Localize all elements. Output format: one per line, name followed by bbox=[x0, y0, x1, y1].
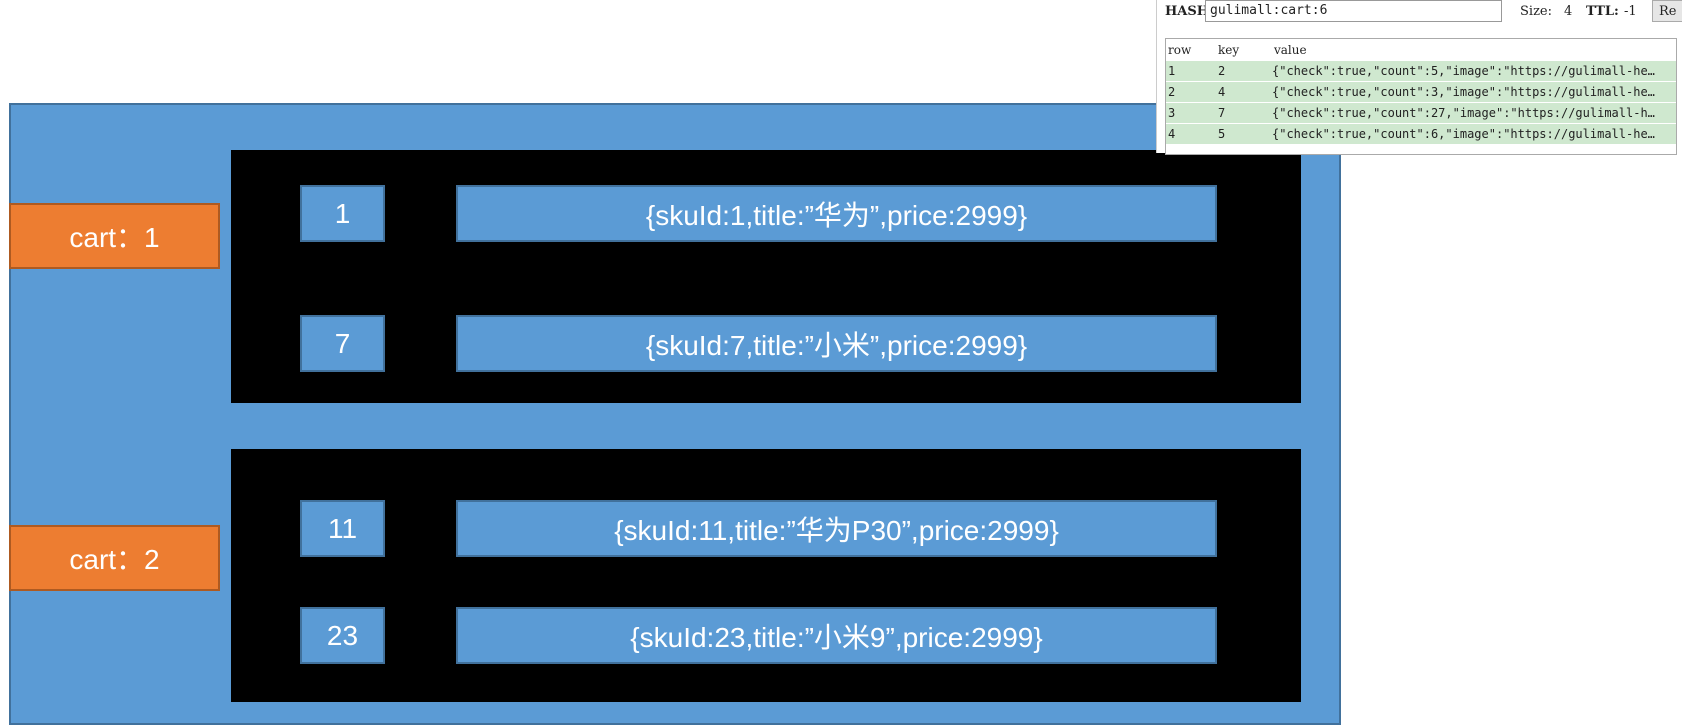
ttl-value: -1 bbox=[1624, 4, 1637, 19]
reload-button[interactable]: Re bbox=[1652, 0, 1682, 22]
redis-hash-viewer: HASH: gulimall:cart:6 Size: 4 TTL: -1 Re… bbox=[1156, 0, 1682, 155]
cart-1-label: cart：1 bbox=[9, 203, 220, 269]
table-row[interactable]: 3 7 {"check":true,"count":27,"image":"http… bbox=[1166, 103, 1676, 123]
row-number: 1 bbox=[1168, 64, 1176, 78]
hash-field-key: 1 bbox=[300, 185, 385, 242]
hash-field-value: {skuId:7,title:”小米”,price:2999} bbox=[456, 315, 1217, 372]
table-row[interactable]: 1 2 {"check":true,"count":5,"image":"https… bbox=[1166, 61, 1676, 81]
row-value: {"check":true,"count":5,"image":"https:/… bbox=[1272, 64, 1655, 78]
hash-table: row key value 1 2 {"check":true,"count":5,… bbox=[1165, 38, 1677, 155]
hash-field-value: {skuId:23,title:”小米9”,price:2999} bbox=[456, 607, 1217, 664]
row-key: 4 bbox=[1218, 85, 1226, 99]
hash-field-key: 11 bbox=[300, 500, 385, 557]
row-key: 5 bbox=[1218, 127, 1226, 141]
row-value: {"check":true,"count":27,"image":"https:… bbox=[1272, 106, 1655, 120]
cart-2-hash bbox=[231, 449, 1301, 702]
table-row[interactable]: 2 4 {"check":true,"count":3,"image":"https… bbox=[1166, 82, 1676, 102]
size-value: 4 bbox=[1564, 4, 1573, 19]
size-label: Size: bbox=[1520, 4, 1552, 19]
hash-key-input[interactable]: gulimall:cart:6 bbox=[1205, 0, 1502, 22]
row-number: 2 bbox=[1168, 85, 1176, 99]
hash-field-value: {skuId:1,title:”华为”,price:2999} bbox=[456, 185, 1217, 242]
row-key: 7 bbox=[1218, 106, 1226, 120]
row-value: {"check":true,"count":3,"image":"https:/… bbox=[1272, 85, 1655, 99]
table-row[interactable]: 4 5 {"check":true,"count":6,"image":"https… bbox=[1166, 124, 1676, 144]
column-header-key[interactable]: key bbox=[1218, 43, 1239, 57]
row-number: 3 bbox=[1168, 106, 1176, 120]
hash-field-key: 23 bbox=[300, 607, 385, 664]
row-number: 4 bbox=[1168, 127, 1176, 141]
hash-field-key: 7 bbox=[300, 315, 385, 372]
column-header-row[interactable]: row bbox=[1168, 43, 1191, 57]
ttl-label: TTL: bbox=[1586, 4, 1619, 19]
hash-field-value: {skuId:11,title:”华为P30”,price:2999} bbox=[456, 500, 1217, 557]
column-header-value[interactable]: value bbox=[1274, 43, 1307, 57]
row-value: {"check":true,"count":6,"image":"https:/… bbox=[1272, 127, 1655, 141]
cart-2-label: cart：2 bbox=[9, 525, 220, 591]
row-key: 2 bbox=[1218, 64, 1226, 78]
